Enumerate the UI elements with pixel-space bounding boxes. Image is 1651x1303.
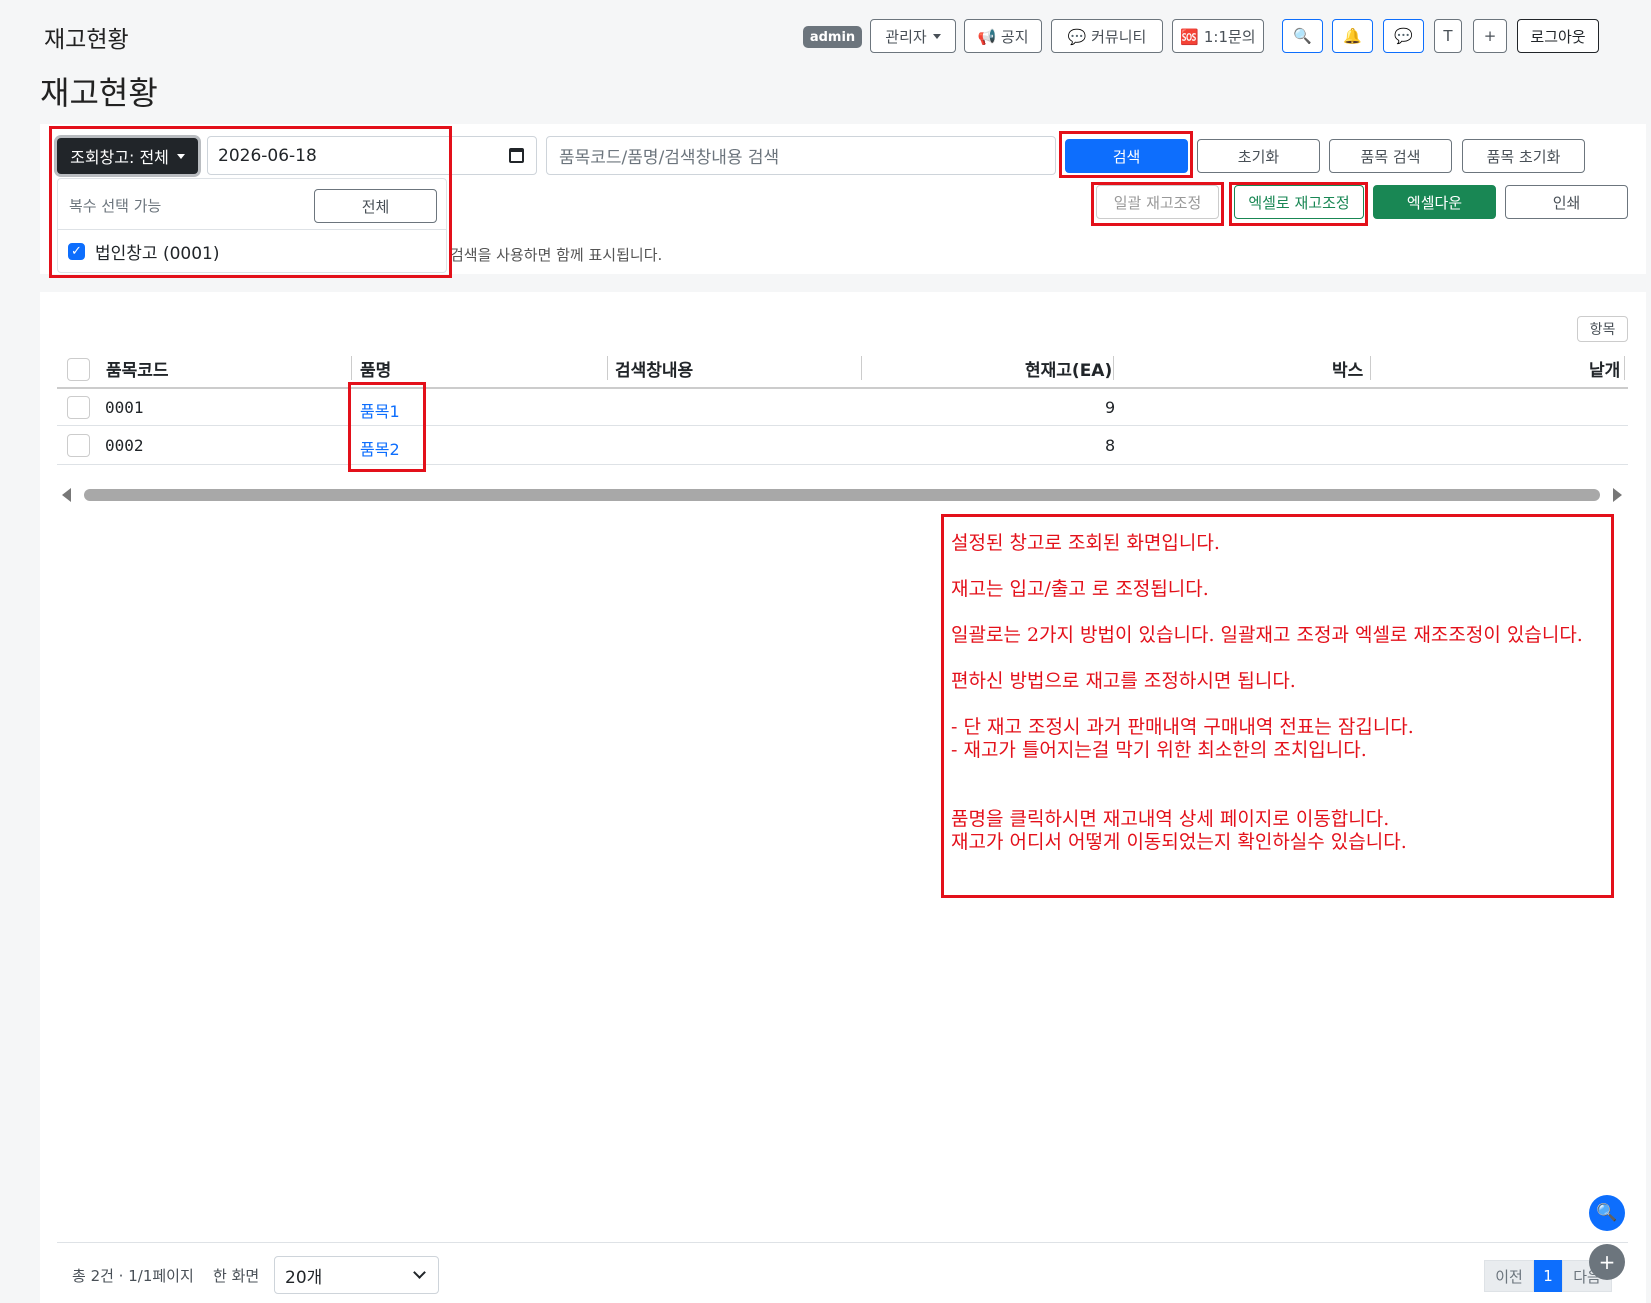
reset-button[interactable]: 초기화: [1197, 139, 1320, 173]
scroll-right-icon[interactable]: [1613, 488, 1622, 502]
columns-button[interactable]: 항목: [1577, 316, 1628, 342]
page-title: 재고현황: [40, 74, 158, 112]
highlight-box: [1059, 131, 1193, 178]
column-separator: [861, 356, 862, 380]
footer-divider: [57, 1242, 1628, 1243]
th-unit: 낱개: [1589, 361, 1621, 381]
inquiry-button[interactable]: 🆘 1:1문의: [1172, 19, 1264, 53]
per-page-select[interactable]: 20개: [274, 1256, 439, 1294]
cell-code: 0001: [105, 398, 144, 417]
cell-stock: 8: [1105, 436, 1116, 455]
highlight-box: [941, 514, 1614, 898]
highlight-box: [49, 126, 452, 278]
add-button[interactable]: +: [1473, 19, 1507, 53]
admin-badge: admin: [803, 26, 862, 48]
chevron-down-icon: [413, 1266, 426, 1279]
excel-download-button[interactable]: 엑셀다운: [1373, 185, 1496, 219]
item-search-button[interactable]: 품목 검색: [1329, 139, 1452, 173]
chat-icon[interactable]: 💬: [1383, 19, 1424, 53]
community-button[interactable]: 💬 커뮤니티: [1051, 19, 1163, 53]
per-page-label: 한 화면: [213, 1267, 260, 1285]
logout-button[interactable]: 로그아웃: [1517, 19, 1599, 53]
floating-plus-icon[interactable]: +: [1589, 1244, 1625, 1280]
row-divider: [57, 425, 1628, 426]
row-checkbox[interactable]: [67, 434, 90, 457]
chevron-down-icon: [932, 33, 941, 39]
page-1-button[interactable]: 1: [1534, 1260, 1562, 1292]
row-checkbox[interactable]: [67, 396, 90, 419]
item-reset-button[interactable]: 품목 초기화: [1462, 139, 1585, 173]
search-icon[interactable]: 🔍: [1282, 19, 1323, 53]
hint-text: 검색을 사용하면 함께 표시됩니다.: [450, 246, 663, 264]
column-separator: [351, 356, 352, 380]
select-all-checkbox[interactable]: [67, 358, 90, 381]
header-divider: [57, 387, 1628, 389]
cell-stock: 9: [1105, 398, 1116, 417]
scroll-left-icon[interactable]: [62, 488, 71, 502]
th-stock: 현재고(EA): [1025, 361, 1113, 381]
column-separator: [1370, 356, 1371, 380]
prev-page-button[interactable]: 이전: [1484, 1260, 1534, 1292]
th-name: 품명: [360, 361, 392, 381]
highlight-box: [1091, 182, 1224, 226]
pagination-summary: 총 2건 · 1/1페이지: [72, 1267, 194, 1285]
th-search-text: 검색창내용: [615, 361, 694, 381]
floating-search-icon[interactable]: 🔍: [1589, 1195, 1625, 1231]
highlight-box: [348, 382, 426, 472]
th-code: 품목코드: [106, 361, 169, 381]
search-input[interactable]: 품목코드/품명/검색창내용 검색: [546, 136, 1056, 175]
cell-code: 0002: [105, 436, 144, 455]
role-dropdown-label: 관리자: [885, 27, 927, 46]
role-dropdown[interactable]: 관리자: [870, 19, 956, 53]
column-separator: [607, 356, 608, 380]
row-divider: [57, 464, 1628, 465]
app-title: 재고현황: [44, 27, 129, 53]
bell-icon[interactable]: 🔔: [1332, 19, 1373, 53]
text-size-button[interactable]: T: [1434, 19, 1462, 53]
per-page-value: 20개: [285, 1267, 323, 1288]
highlight-box: [1229, 182, 1368, 226]
print-button[interactable]: 인쇄: [1505, 185, 1628, 219]
column-separator: [1113, 356, 1114, 380]
th-box: 박스: [1332, 361, 1364, 381]
notice-button[interactable]: 📢 공지: [964, 19, 1042, 53]
column-separator: [1624, 356, 1625, 380]
calendar-icon[interactable]: [509, 148, 524, 163]
horizontal-scrollbar[interactable]: [84, 489, 1600, 501]
